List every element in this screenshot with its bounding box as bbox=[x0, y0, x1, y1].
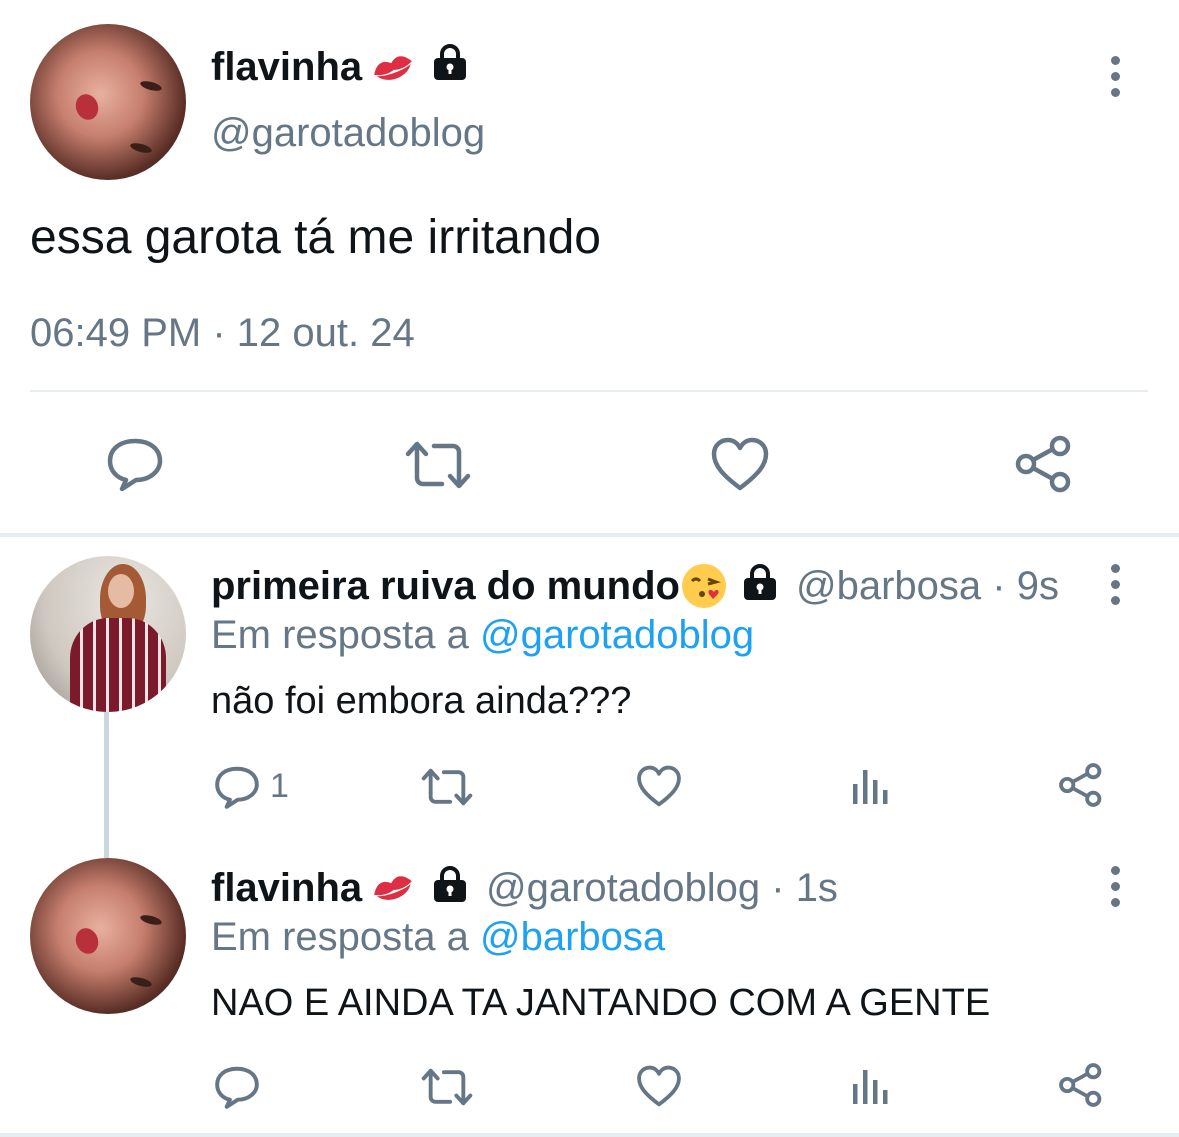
display-name[interactable]: flavinha bbox=[211, 865, 362, 911]
retweet-icon[interactable] bbox=[420, 1066, 474, 1108]
more-options-icon[interactable] bbox=[1109, 866, 1121, 910]
handle-and-time[interactable]: @garotadoblog · 1s bbox=[486, 865, 838, 911]
retweet-icon[interactable] bbox=[404, 438, 472, 492]
lock-icon bbox=[434, 44, 466, 80]
tweet-timestamp[interactable]: 06:49 PM · 12 out. 24 bbox=[30, 310, 415, 356]
reply-text: NAO E AINDA TA JANTANDO COM A GENTE bbox=[211, 982, 991, 1024]
kiss-mark-icon bbox=[374, 876, 412, 900]
reply-mention-link[interactable]: @garotadoblog bbox=[480, 613, 754, 657]
reply-context: Em resposta a @barbosa bbox=[211, 914, 665, 960]
heart-icon[interactable] bbox=[636, 764, 682, 808]
avatar[interactable] bbox=[30, 556, 186, 712]
display-name[interactable]: flavinha bbox=[211, 44, 362, 90]
reply-mention-link[interactable]: @barbosa bbox=[480, 915, 665, 959]
heart-icon[interactable] bbox=[636, 1064, 682, 1108]
share-icon[interactable] bbox=[1058, 762, 1104, 808]
retweet-icon[interactable] bbox=[420, 766, 474, 808]
avatar[interactable] bbox=[30, 858, 186, 1014]
tweet-text: essa garota tá me irritando bbox=[30, 211, 601, 264]
divider bbox=[30, 390, 1148, 392]
lock-icon bbox=[744, 564, 776, 600]
display-name[interactable]: primeira ruiva do mundo bbox=[211, 563, 680, 609]
avatar[interactable] bbox=[30, 24, 186, 180]
user-handle[interactable]: @garotadoblog bbox=[211, 110, 485, 156]
reply-icon[interactable] bbox=[214, 1064, 260, 1110]
reply-prefix: Em resposta a bbox=[211, 915, 469, 959]
reply-icon[interactable] bbox=[214, 764, 260, 810]
reply-context: Em resposta a @garotadoblog bbox=[211, 612, 754, 658]
thread-line bbox=[104, 712, 109, 858]
share-icon[interactable] bbox=[1014, 434, 1074, 494]
kissing-face-icon bbox=[682, 564, 726, 608]
reply-count: 1 bbox=[270, 767, 289, 805]
kiss-mark-icon bbox=[374, 56, 412, 80]
reply-prefix: Em resposta a bbox=[211, 613, 469, 657]
reply-icon[interactable] bbox=[106, 435, 164, 493]
section-divider bbox=[0, 533, 1179, 537]
bottom-divider bbox=[0, 1133, 1179, 1137]
reply-text: não foi embora ainda??? bbox=[211, 680, 632, 722]
more-options-icon[interactable] bbox=[1109, 564, 1121, 608]
heart-icon[interactable] bbox=[710, 436, 770, 492]
analytics-icon[interactable] bbox=[850, 1066, 890, 1106]
handle-and-time[interactable]: @barbosa · 9s bbox=[796, 563, 1059, 609]
analytics-icon[interactable] bbox=[850, 766, 890, 806]
more-options-icon[interactable] bbox=[1109, 56, 1121, 100]
share-icon[interactable] bbox=[1058, 1062, 1104, 1108]
lock-icon bbox=[434, 866, 466, 902]
